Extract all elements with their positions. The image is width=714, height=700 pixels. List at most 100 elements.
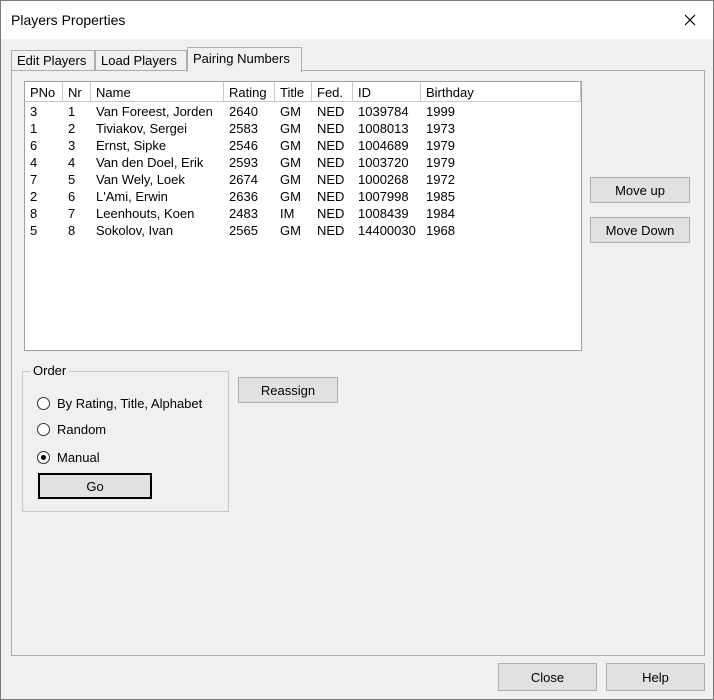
order-legend: Order	[30, 363, 70, 378]
column-header-nr[interactable]: Nr	[63, 82, 91, 102]
cell-rating: 2483	[229, 206, 258, 221]
tab-label: Load Players	[101, 53, 177, 68]
column-header-fed[interactable]: Fed.	[312, 82, 353, 102]
cell-birthday: 1979	[426, 138, 455, 153]
cell-name: Van den Doel, Erik	[96, 155, 204, 170]
cell-fed: NED	[317, 104, 345, 119]
cell-id: 1000268	[358, 172, 409, 187]
reassign-button[interactable]: Reassign	[238, 377, 338, 403]
column-header-birthday[interactable]: Birthday	[421, 82, 581, 102]
cell-title: IM	[280, 206, 295, 221]
cell-birthday: 1968	[426, 223, 455, 238]
move-up-button[interactable]: Move up	[590, 177, 690, 203]
cell-nr: 1	[68, 104, 76, 119]
table-row[interactable]: 1 2 Tiviakov, Sergei 2583 GM NED 1008013 1973	[25, 120, 581, 137]
cell-name: Van Wely, Loek	[96, 172, 185, 187]
table-row[interactable]: 4 4 Van den Doel, Erik 2593 GM NED 1003720 1979	[25, 154, 581, 171]
table-row[interactable]: 8 7 Leenhouts, Koen 2483 IM NED 1008439 1984	[25, 205, 581, 222]
cell-title: GM	[280, 138, 301, 153]
radio-random[interactable]	[37, 422, 50, 436]
cell-pno: 2	[30, 189, 38, 204]
cell-title: GM	[280, 104, 301, 119]
cell-fed: NED	[317, 121, 345, 136]
cell-title: GM	[280, 121, 301, 136]
cell-birthday: 1999	[426, 104, 455, 119]
cell-title: GM	[280, 172, 301, 187]
cell-id: 14400030	[358, 223, 416, 238]
tab-edit-players[interactable]: Edit Players	[11, 50, 95, 71]
pairing-numbers-panel: PNo Nr Name Rating Title Fed. ID Birthda…	[11, 70, 705, 656]
close-icon	[684, 14, 696, 26]
cell-pno: 8	[30, 206, 38, 221]
players-list[interactable]: PNo Nr Name Rating Title Fed. ID Birthda…	[24, 81, 582, 351]
cell-id: 1008013	[358, 121, 409, 136]
cell-pno: 5	[30, 223, 38, 238]
cell-pno: 6	[30, 138, 38, 153]
cell-rating: 2593	[229, 155, 258, 170]
help-button[interactable]: Help	[606, 663, 705, 691]
cell-nr: 7	[68, 206, 76, 221]
cell-pno: 7	[30, 172, 38, 187]
table-row[interactable]: 3 1 Van Foreest, Jorden 2640 GM NED 1039784 199…	[25, 103, 581, 120]
table-row[interactable]: 5 8 Sokolov, Ivan 2565 GM NED 14400030 1968	[25, 222, 581, 239]
cell-pno: 3	[30, 104, 38, 119]
move-down-button[interactable]: Move Down	[590, 217, 690, 243]
window-title: Players Properties	[11, 12, 126, 28]
list-rows: 3 1 Van Foreest, Jorden 2640 GM NED 1039784 199…	[25, 103, 581, 239]
cell-id: 1007998	[358, 189, 409, 204]
cell-fed: NED	[317, 189, 345, 204]
cell-name: Ernst, Sipke	[96, 138, 167, 153]
cell-rating: 2546	[229, 138, 258, 153]
radio-manual[interactable]	[37, 450, 50, 464]
cell-fed: NED	[317, 138, 345, 153]
cell-rating: 2674	[229, 172, 258, 187]
column-header-title[interactable]: Title	[275, 82, 312, 102]
cell-nr: 2	[68, 121, 76, 136]
cell-pno: 1	[30, 121, 38, 136]
radio-label-manual: Manual	[57, 449, 100, 465]
cell-pno: 4	[30, 155, 38, 170]
cell-id: 1008439	[358, 206, 409, 221]
tab-label: Pairing Numbers	[193, 51, 290, 66]
table-row[interactable]: 6 3 Ernst, Sipke 2546 GM NED 1004689 1979	[25, 137, 581, 154]
cell-fed: NED	[317, 172, 345, 187]
table-row[interactable]: 2 6 L'Ami, Erwin 2636 GM NED 1007998 1985	[25, 188, 581, 205]
cell-nr: 5	[68, 172, 76, 187]
order-groupbox: Order By Rating, Title, Alphabet Random …	[22, 363, 229, 512]
column-header-pno[interactable]: PNo	[25, 82, 63, 102]
go-button[interactable]: Go	[38, 473, 152, 499]
radio-rating[interactable]	[37, 396, 50, 410]
cell-id: 1039784	[358, 104, 409, 119]
title-bar: Players Properties	[1, 1, 713, 39]
cell-birthday: 1972	[426, 172, 455, 187]
players-properties-window: Players Properties Edit Players Load Pla…	[0, 0, 714, 700]
radio-label-rating: By Rating, Title, Alphabet	[57, 395, 203, 411]
close-button[interactable]: Close	[498, 663, 597, 691]
cell-name: Tiviakov, Sergei	[96, 121, 188, 136]
order-option-random[interactable]: Random	[37, 420, 106, 438]
tab-pairing-numbers[interactable]: Pairing Numbers	[187, 47, 302, 72]
window-close-button[interactable]	[667, 1, 713, 39]
column-header-rating[interactable]: Rating	[224, 82, 275, 102]
column-header-id[interactable]: ID	[353, 82, 421, 102]
cell-name: Sokolov, Ivan	[96, 223, 174, 238]
cell-id: 1003720	[358, 155, 409, 170]
cell-name: Van Foreest, Jorden	[96, 104, 213, 119]
tab-label: Edit Players	[17, 53, 87, 68]
cell-title: GM	[280, 155, 301, 170]
cell-name: L'Ami, Erwin	[96, 189, 168, 204]
cell-rating: 2583	[229, 121, 258, 136]
cell-nr: 8	[68, 223, 76, 238]
cell-rating: 2565	[229, 223, 258, 238]
column-header-name[interactable]: Name	[91, 82, 224, 102]
order-option-manual[interactable]: Manual	[37, 448, 100, 466]
cell-fed: NED	[317, 223, 345, 238]
table-row[interactable]: 7 5 Van Wely, Loek 2674 GM NED 1000268 1972	[25, 171, 581, 188]
cell-birthday: 1985	[426, 189, 455, 204]
radio-label-random: Random	[57, 421, 107, 437]
cell-birthday: 1979	[426, 155, 455, 170]
cell-birthday: 1984	[426, 206, 455, 221]
order-option-rating[interactable]: By Rating, Title, Alphabet	[37, 394, 202, 412]
tab-load-players[interactable]: Load Players	[95, 50, 187, 71]
cell-nr: 4	[68, 155, 76, 170]
